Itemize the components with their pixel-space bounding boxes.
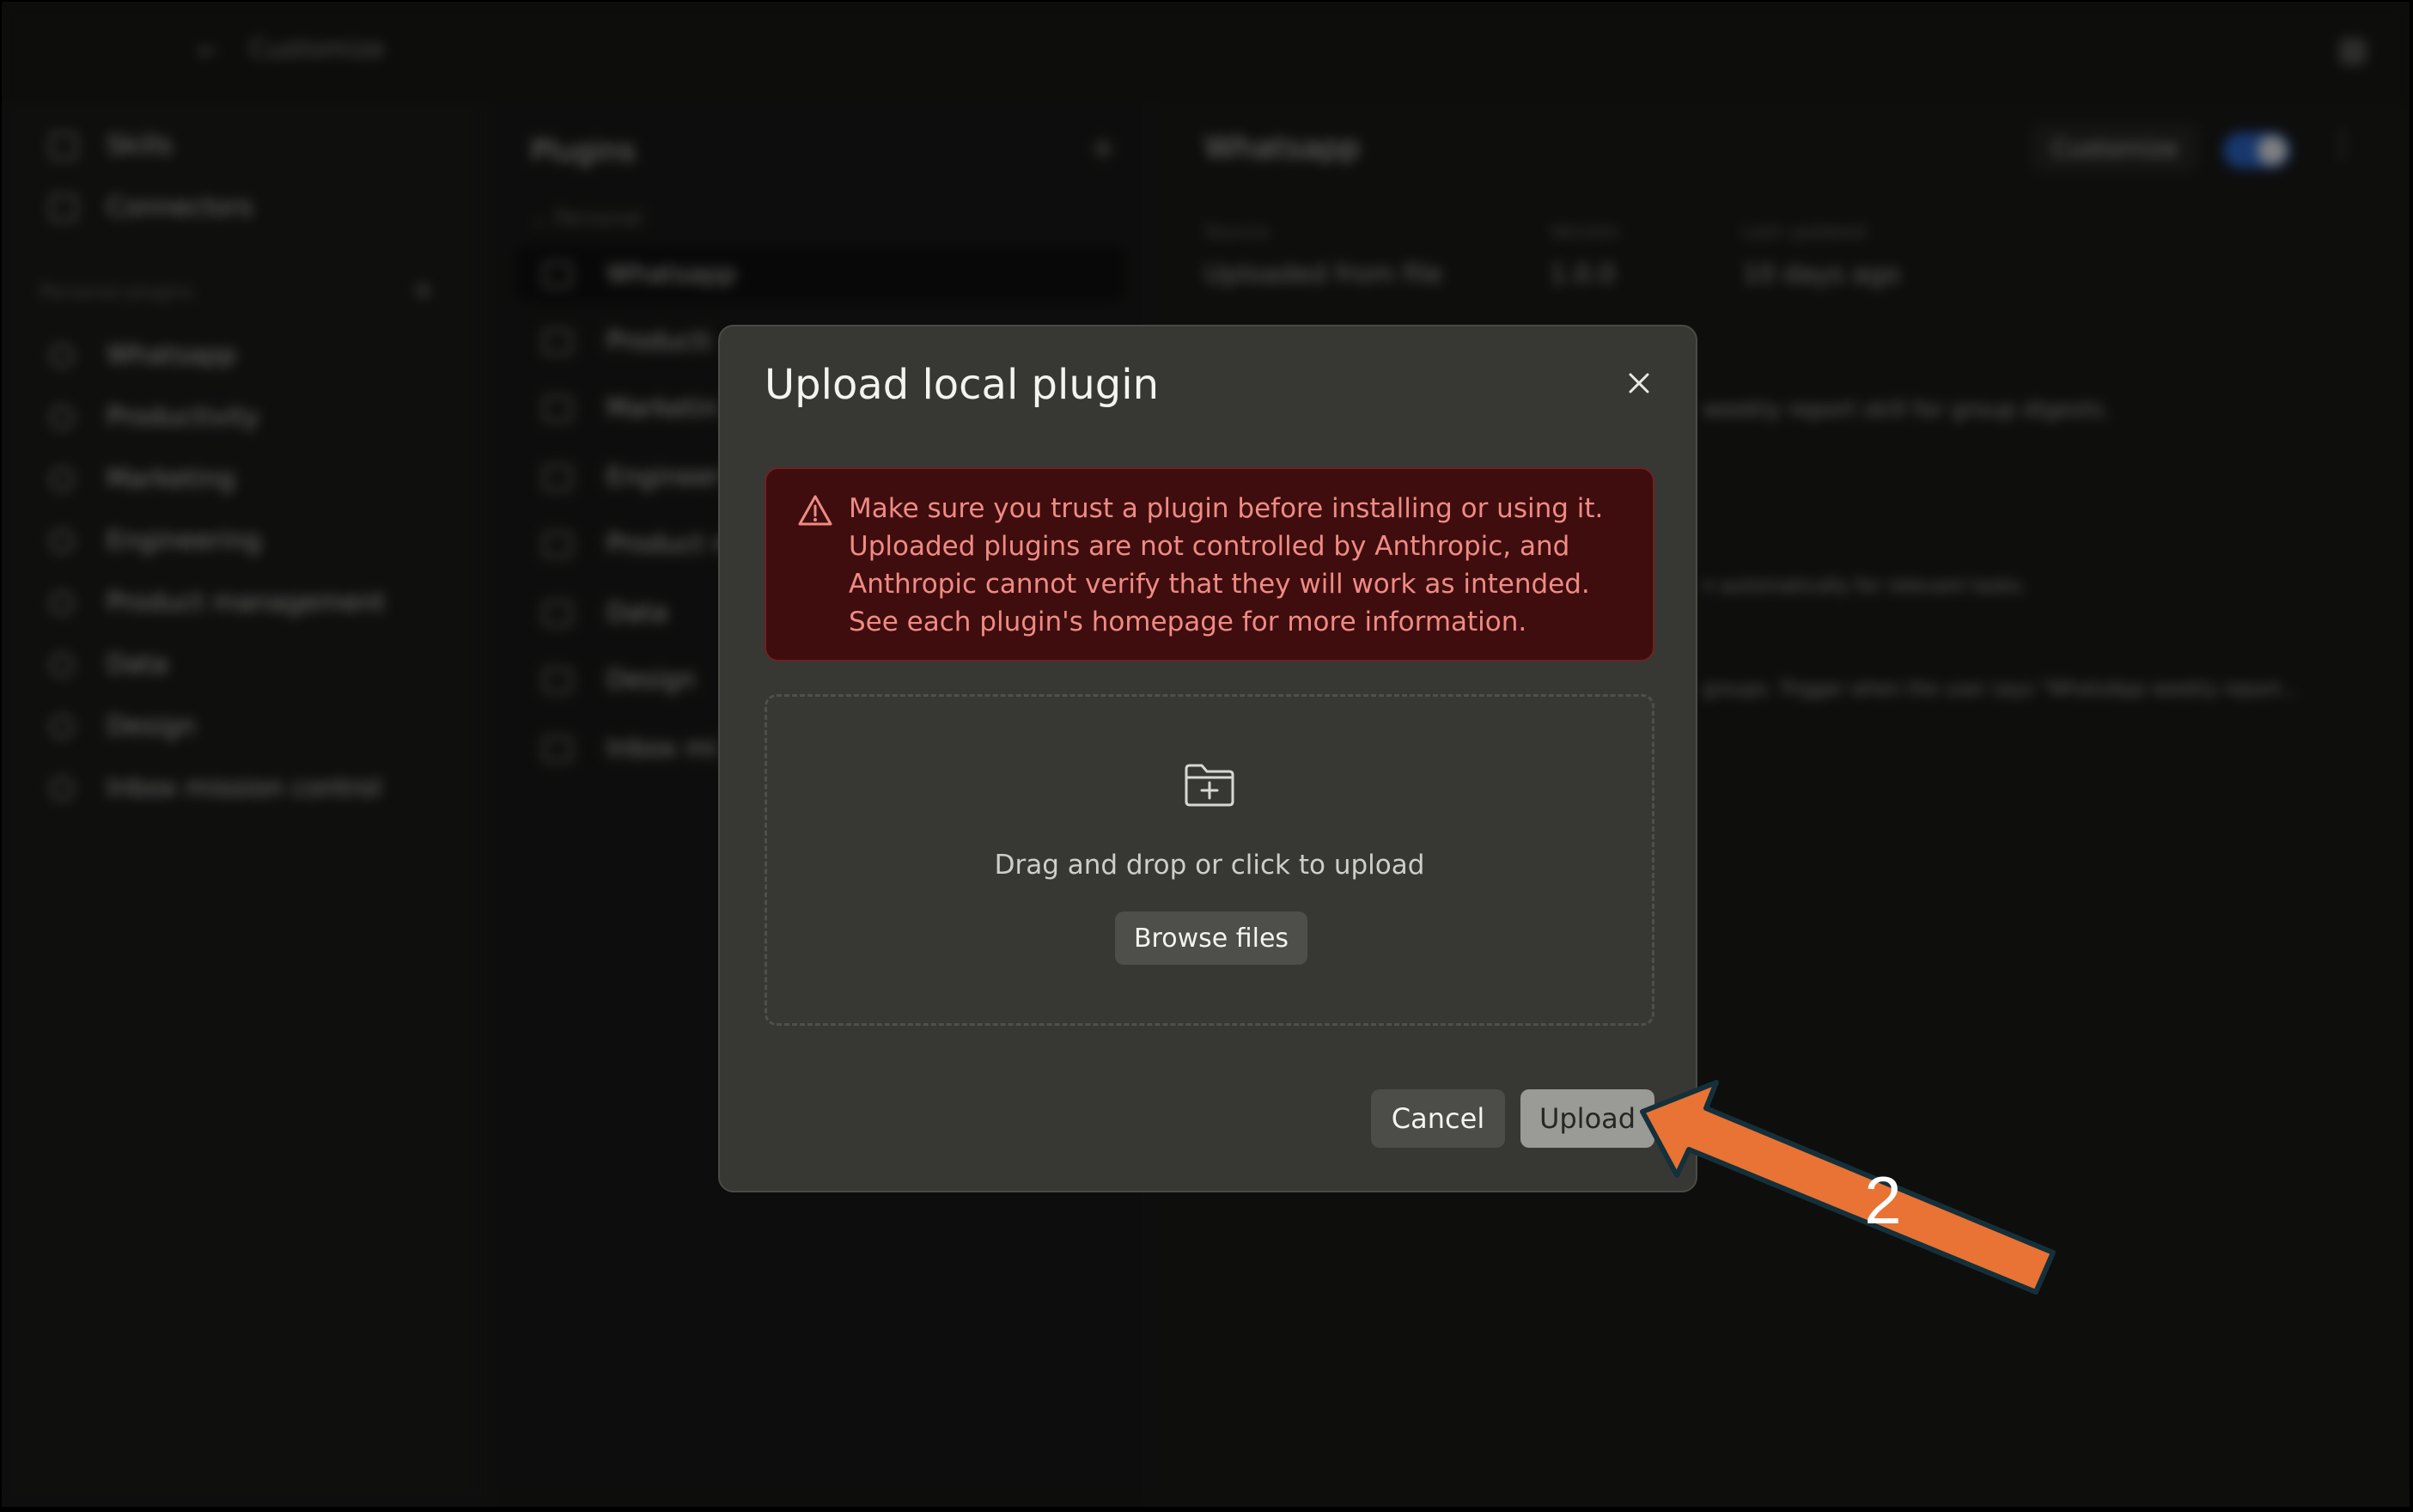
warning-icon [798, 495, 832, 526]
browse-files-button[interactable]: Browse files [1115, 911, 1307, 965]
annotation-step-number: 2 [1864, 1162, 1901, 1238]
dialog-title: Upload local plugin [765, 361, 1159, 409]
annotation-arrow-icon: 2 [1640, 1080, 2056, 1295]
file-dropzone[interactable]: Drag and drop or click to upload Browse … [765, 694, 1654, 1026]
upload-plugin-dialog: Upload local plugin Make sure you trust … [718, 325, 1697, 1192]
dropzone-text: Drag and drop or click to upload [994, 850, 1425, 881]
warning-banner: Make sure you trust a plugin before inst… [765, 467, 1654, 662]
folder-plus-icon [1185, 764, 1234, 807]
close-icon [1629, 373, 1649, 393]
warning-text: Make sure you trust a plugin before inst… [849, 493, 1604, 637]
app-window: ← Customize Skills Connectors Personal p… [2, 2, 2410, 1507]
cancel-button[interactable]: Cancel [1371, 1089, 1505, 1148]
close-button[interactable] [1622, 366, 1656, 400]
